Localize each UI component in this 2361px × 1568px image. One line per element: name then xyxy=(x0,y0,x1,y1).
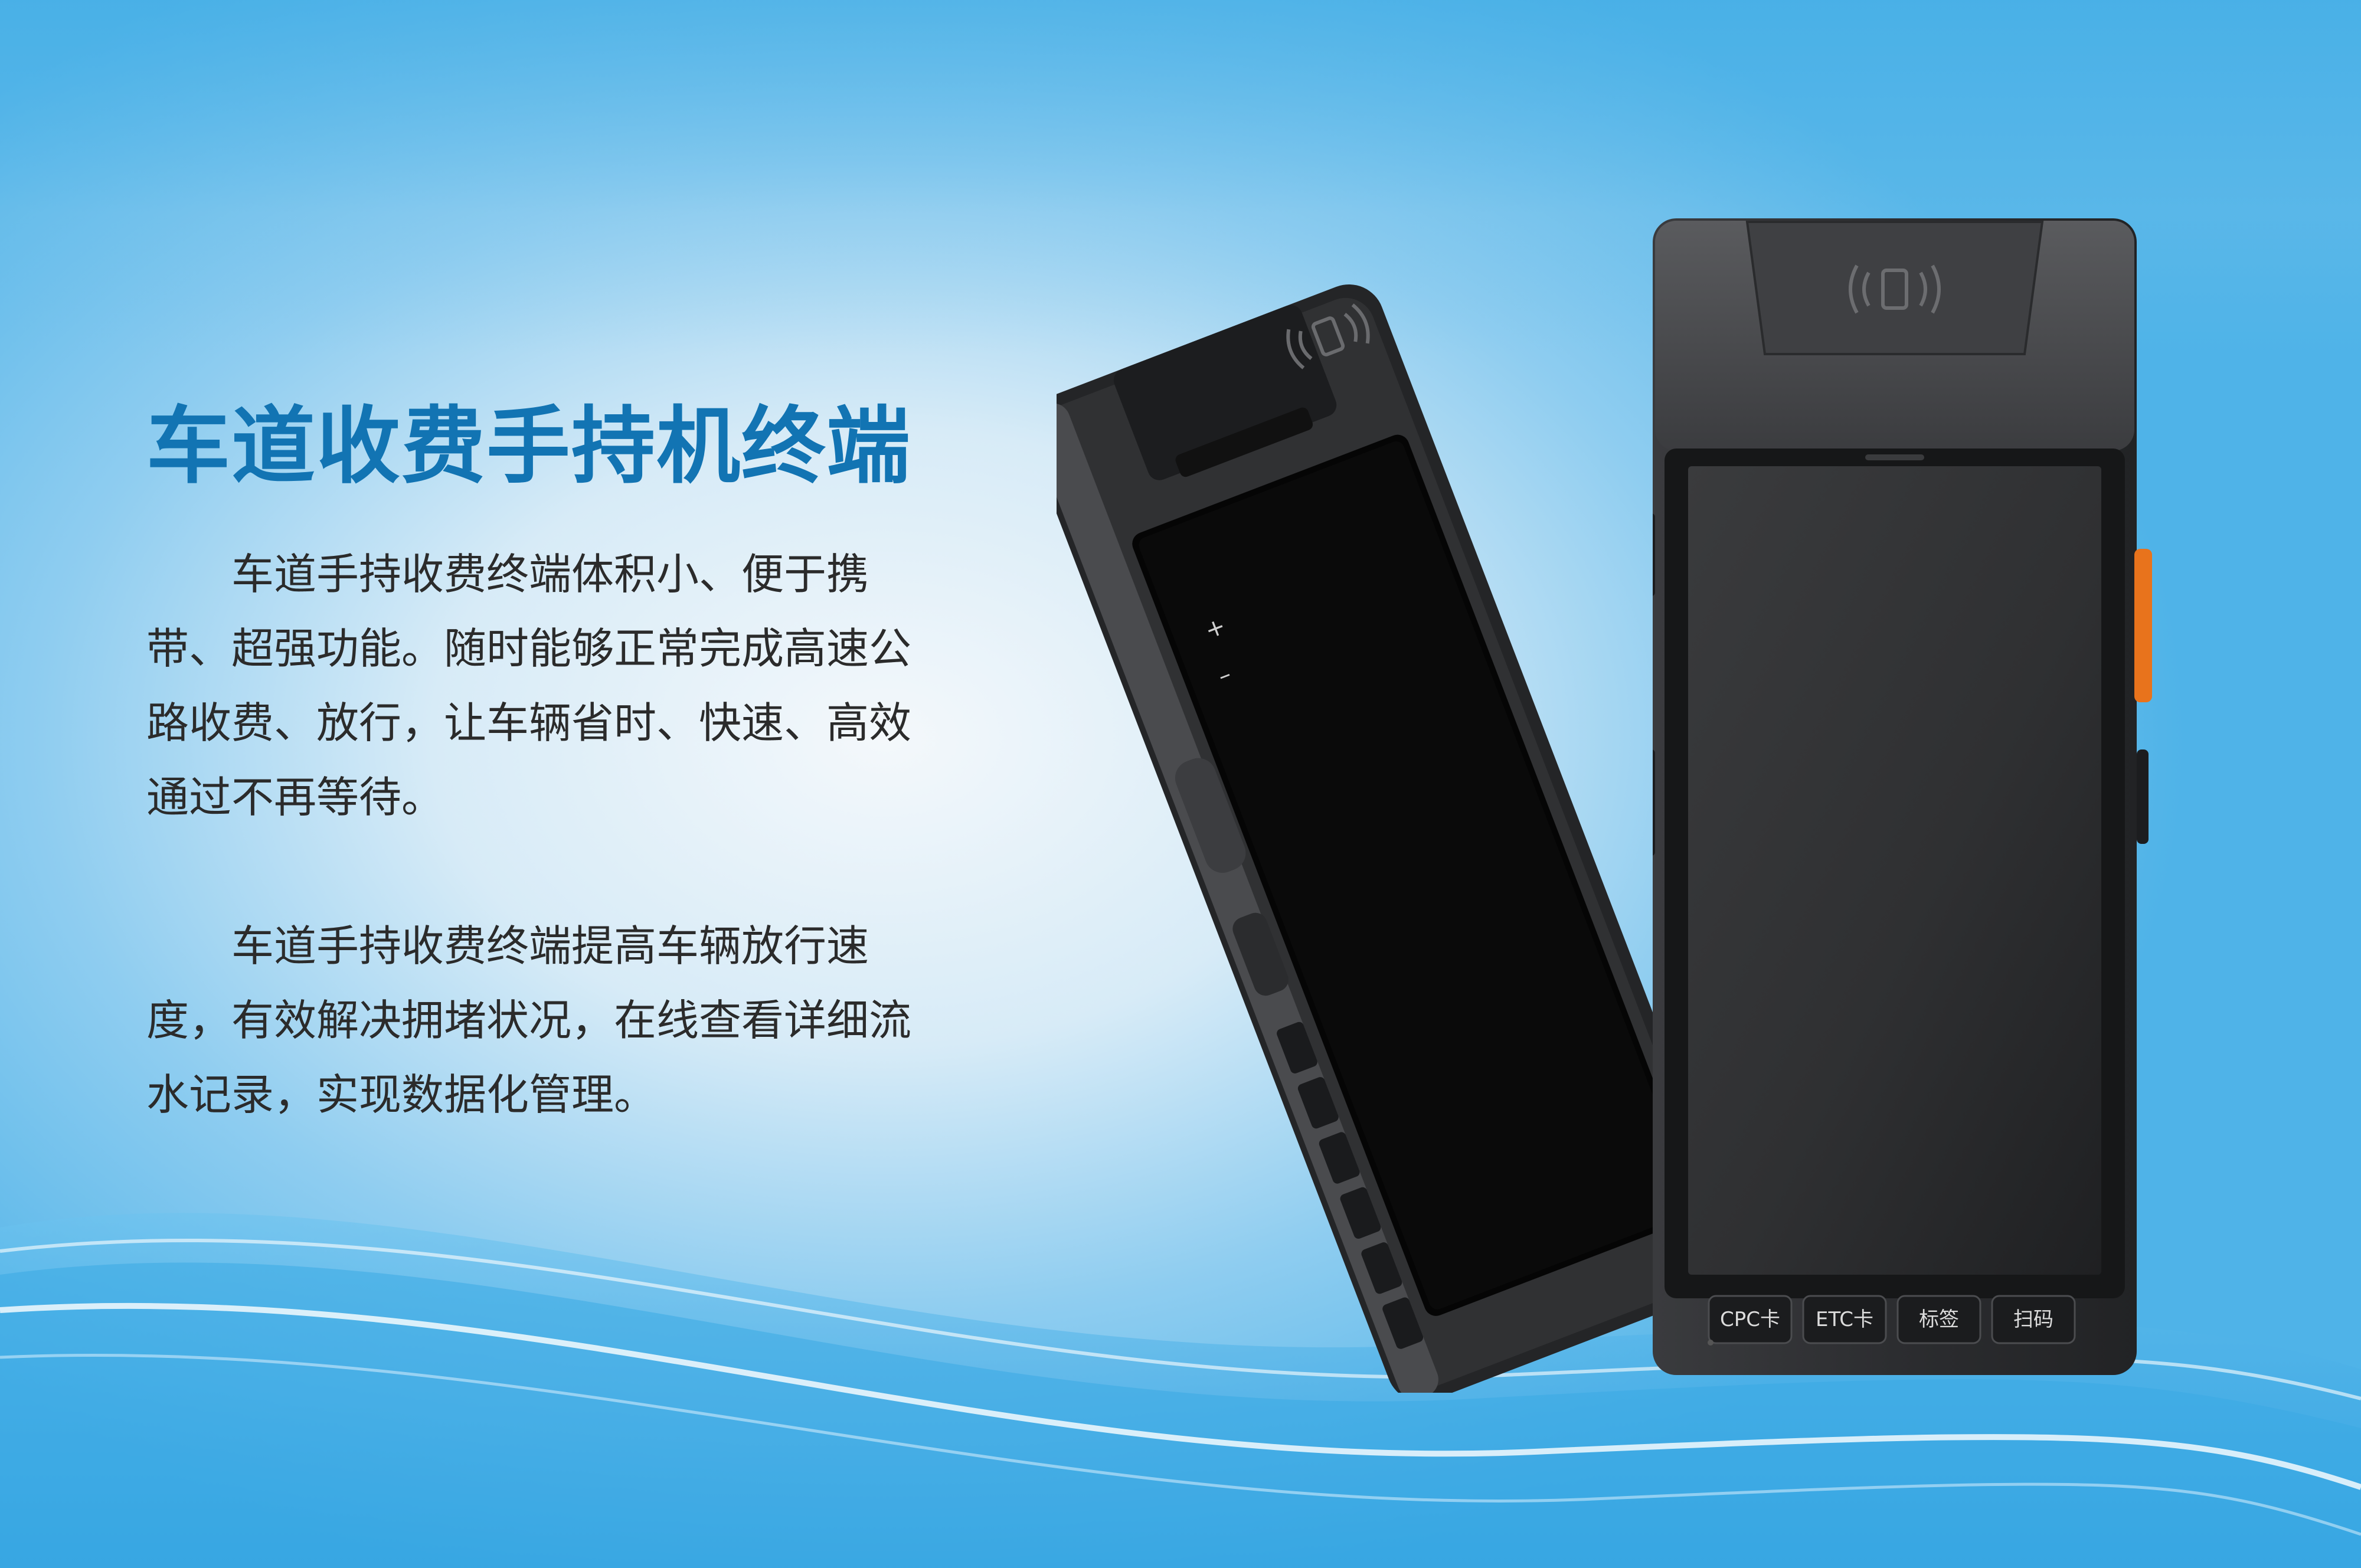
key-tag[interactable]: 标签 xyxy=(1896,1295,1981,1344)
key-cpc[interactable]: CPC卡 xyxy=(1708,1295,1793,1344)
description-paragraph: 车道手持收费终端提高车辆放行速度，有效解决拥堵状况，在线查看详细流水记录，实现数… xyxy=(146,921,912,1119)
description-paragraph: 车道手持收费终端体积小、便于携带、超强功能。随时能够正常完成高速公路收费、放行，… xyxy=(146,549,912,822)
key-scan[interactable]: 扫码 xyxy=(1991,1295,2076,1344)
key-scan-label: 扫码 xyxy=(2013,1308,2053,1331)
key-etc-label: ETC卡 xyxy=(1816,1308,1873,1331)
device-image-tilted: + – xyxy=(1057,284,1706,1393)
device-image-front: CPC卡 ETC卡 标签 扫码 xyxy=(1653,218,2152,1375)
key-cpc-label: CPC卡 xyxy=(1720,1308,1780,1331)
page-title: 车道收费手持机终端 xyxy=(146,398,911,495)
key-tag-label: 标签 xyxy=(1919,1308,1959,1331)
key-etc[interactable]: ETC卡 xyxy=(1802,1295,1887,1344)
